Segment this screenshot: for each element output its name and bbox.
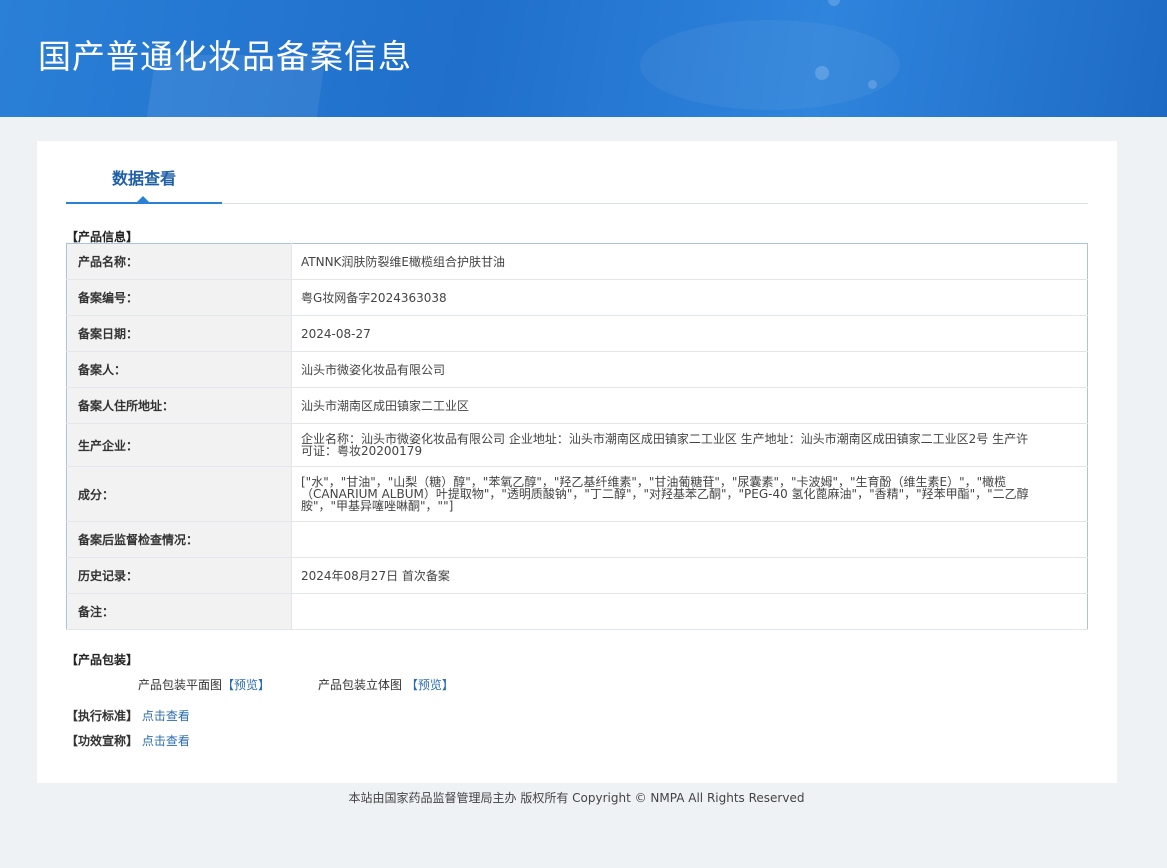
row-value: 汕头市微姿化妆品有限公司 bbox=[291, 351, 1088, 388]
banner-decoration bbox=[828, 0, 840, 6]
row-value: 粤G妆网备字2024363038 bbox=[291, 279, 1088, 316]
tab-bar: 数据查看 bbox=[66, 161, 1088, 204]
table-row: 产品名称： ATNNK润肤防裂维E橄榄组合护肤甘油 bbox=[66, 243, 1088, 280]
packaging-solid-preview-link[interactable]: 【预览】 bbox=[406, 678, 454, 692]
row-value: 2024-08-27 bbox=[291, 315, 1088, 352]
banner-decoration bbox=[815, 66, 829, 80]
row-label: 生产企业： bbox=[66, 423, 292, 467]
row-label: 备案人： bbox=[66, 351, 292, 388]
packaging-solid: 产品包装立体图 【预览】 bbox=[318, 676, 454, 693]
standard-view-link[interactable]: 点击查看 bbox=[142, 709, 190, 723]
table-row: 成分： ["水"，"甘油"，"山梨（糖）醇"，"苯氧乙醇"，"羟乙基纤维素"，"… bbox=[66, 466, 1088, 522]
content-card: 数据查看 【产品信息】 产品名称： ATNNK润肤防裂维E橄榄组合护肤甘油 备案… bbox=[37, 141, 1117, 783]
table-row: 备案人住所地址： 汕头市潮南区成田镇家二工业区 bbox=[66, 387, 1088, 424]
product-info-table: 产品名称： ATNNK润肤防裂维E橄榄组合护肤甘油 备案编号： 粤G妆网备字20… bbox=[66, 243, 1088, 630]
caret-up-icon bbox=[137, 196, 149, 202]
row-value: 2024年08月27日 首次备案 bbox=[291, 557, 1088, 594]
row-value: 企业名称：汕头市微姿化妆品有限公司 企业地址：汕头市潮南区成田镇家二工业区 生产… bbox=[291, 423, 1088, 467]
tab-data-view[interactable]: 数据查看 bbox=[66, 161, 222, 204]
table-row: 备案人： 汕头市微姿化妆品有限公司 bbox=[66, 351, 1088, 388]
row-value bbox=[291, 521, 1088, 558]
packaging-flat-preview-link[interactable]: 【预览】 bbox=[222, 678, 270, 692]
tab-label: 数据查看 bbox=[111, 169, 176, 188]
row-label: 备案编号： bbox=[66, 279, 292, 316]
row-label: 备案日期： bbox=[66, 315, 292, 352]
efficacy-label: 【功效宣称】 bbox=[66, 734, 139, 748]
table-row: 备案后监督检查情况： bbox=[66, 521, 1088, 558]
efficacy-view-link[interactable]: 点击查看 bbox=[142, 734, 190, 748]
row-label: 历史记录： bbox=[66, 557, 292, 594]
table-row: 备案编号： 粤G妆网备字2024363038 bbox=[66, 279, 1088, 316]
table-row: 备案日期： 2024-08-27 bbox=[66, 315, 1088, 352]
section-title-packaging: 【产品包装】 bbox=[66, 653, 139, 667]
banner-decoration bbox=[868, 80, 877, 89]
table-row: 历史记录： 2024年08月27日 首次备案 bbox=[66, 557, 1088, 594]
row-value: ["水"，"甘油"，"山梨（糖）醇"，"苯氧乙醇"，"羟乙基纤维素"，"甘油葡糖… bbox=[291, 466, 1088, 522]
row-label: 备注： bbox=[66, 593, 292, 630]
table-row: 生产企业： 企业名称：汕头市微姿化妆品有限公司 企业地址：汕头市潮南区成田镇家二… bbox=[66, 423, 1088, 467]
row-value: 汕头市潮南区成田镇家二工业区 bbox=[291, 387, 1088, 424]
page-title: 国产普通化妆品备案信息 bbox=[38, 37, 412, 76]
row-value bbox=[291, 593, 1088, 630]
banner-decoration bbox=[640, 20, 900, 110]
row-label: 产品名称： bbox=[66, 243, 292, 280]
standard-label: 【执行标准】 bbox=[66, 709, 139, 723]
packaging-flat-label: 产品包装平面图 bbox=[138, 678, 223, 692]
row-label: 成分： bbox=[66, 466, 292, 522]
table-row: 备注： bbox=[66, 593, 1088, 630]
standard-row: 【执行标准】 点击查看 bbox=[66, 707, 190, 724]
header-banner: 国产普通化妆品备案信息 bbox=[0, 0, 1167, 117]
row-value: ATNNK润肤防裂维E橄榄组合护肤甘油 bbox=[291, 243, 1088, 280]
footer-copyright: 本站由国家药品监督管理局主办 版权所有 Copyright © NMPA All… bbox=[348, 791, 805, 805]
efficacy-row: 【功效宣称】 点击查看 bbox=[66, 732, 190, 749]
packaging-solid-label: 产品包装立体图 bbox=[318, 678, 403, 692]
packaging-flat: 产品包装平面图【预览】 bbox=[138, 676, 270, 693]
row-label: 备案人住所地址： bbox=[66, 387, 292, 424]
row-label: 备案后监督检查情况： bbox=[66, 521, 292, 558]
